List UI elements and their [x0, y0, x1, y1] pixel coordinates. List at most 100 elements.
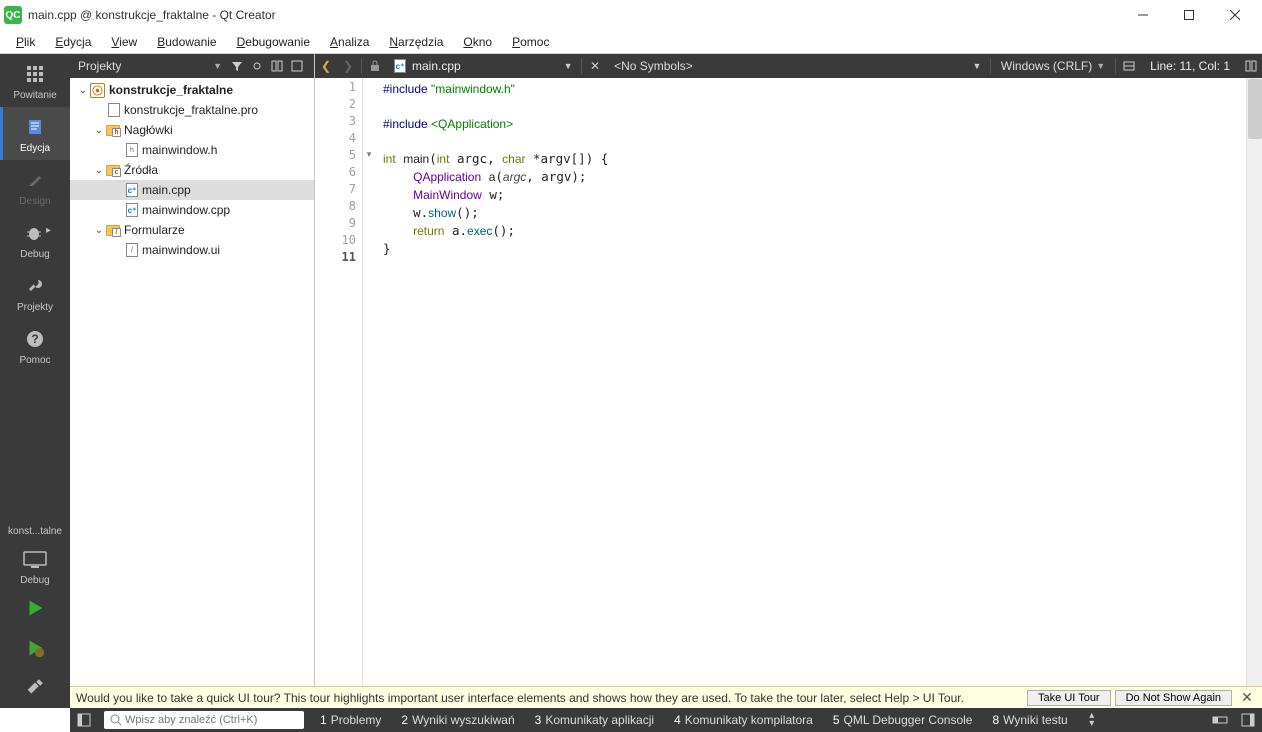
run-button[interactable]: [0, 588, 70, 628]
output-pane-1[interactable]: 1 Problemy: [310, 713, 391, 727]
symbols-combo[interactable]: <No Symbols>: [606, 59, 701, 73]
menu-pomoc[interactable]: Pomoc: [502, 33, 559, 51]
folder-icon: c: [106, 165, 120, 176]
tree-label: Źródła: [124, 163, 158, 177]
file-tab[interactable]: c⁺ main.cpp: [386, 59, 469, 73]
toggle-sidebar-icon[interactable]: [70, 708, 98, 732]
output-pane-3[interactable]: 3 Komunikaty aplikacji: [525, 713, 664, 727]
tree-label: mainwindow.ui: [142, 243, 220, 257]
locator-input[interactable]: [125, 714, 298, 726]
svg-text:?: ?: [31, 332, 38, 346]
mode-debug[interactable]: ▸ Debug: [0, 213, 70, 266]
tree-label: mainwindow.cpp: [142, 203, 230, 217]
tree-folder-forms[interactable]: ⌄ / Formularze: [70, 220, 314, 240]
output-pane-4[interactable]: 4 Komunikaty kompilatora: [664, 713, 823, 727]
tree-item-ui[interactable]: / mainwindow.ui: [70, 240, 314, 260]
menu-narzędzia[interactable]: Narzędzia: [379, 33, 453, 51]
line-icon[interactable]: [1118, 54, 1140, 78]
filter-icon[interactable]: [228, 57, 246, 75]
app-icon: QC: [4, 6, 22, 24]
project-icon: [90, 83, 105, 98]
menu-budowanie[interactable]: Budowanie: [147, 33, 226, 51]
menu-analiza[interactable]: Analiza: [320, 33, 379, 51]
take-ui-tour-button[interactable]: Take UI Tour: [1027, 690, 1111, 706]
locator-search[interactable]: [104, 711, 304, 729]
tree-root[interactable]: ⌄ konstrukcje_fraktalne: [70, 80, 314, 100]
fold-column: ▾: [363, 78, 375, 708]
expand-icon[interactable]: ⌄: [92, 225, 106, 236]
ui-file-icon: /: [126, 243, 138, 257]
tree-item-cpp[interactable]: c⁺ mainwindow.cpp: [70, 200, 314, 220]
lock-icon[interactable]: [364, 54, 386, 78]
wrench-icon: [23, 274, 47, 298]
menu-okno[interactable]: Okno: [453, 33, 502, 51]
tree-label: Nagłówki: [124, 123, 173, 137]
split-editor-icon[interactable]: [1240, 54, 1262, 78]
build-config-label: Debug: [20, 575, 49, 586]
pane-arrows-icon[interactable]: ▴▾: [1078, 708, 1106, 732]
menu-edycja[interactable]: Edycja: [45, 33, 101, 51]
close-icon: [1230, 10, 1240, 20]
expand-icon[interactable]: ⌄: [92, 125, 106, 136]
bug-icon: ▸: [23, 221, 47, 245]
mode-help[interactable]: ? Pomoc: [0, 319, 70, 372]
chevron-down-icon[interactable]: ▼: [213, 61, 222, 71]
close-button[interactable]: [1212, 0, 1258, 30]
mode-label: Design: [19, 196, 50, 207]
run-debug-button[interactable]: [0, 628, 70, 668]
progress-icon[interactable]: [1206, 708, 1234, 732]
link-icon[interactable]: [248, 57, 266, 75]
output-pane-5[interactable]: 5 QML Debugger Console: [823, 713, 983, 727]
do-not-show-again-button[interactable]: Do Not Show Again: [1115, 690, 1232, 706]
expand-icon[interactable]: ⌄: [92, 165, 106, 176]
cursor-position[interactable]: Line: 11, Col: 1: [1140, 59, 1240, 73]
mode-label: Powitanie: [13, 90, 56, 101]
tree-item-pro[interactable]: konstrukcje_fraktalne.pro: [70, 100, 314, 120]
infobar-message: Would you like to take a quick UI tour? …: [76, 691, 1023, 705]
mode-label: Debug: [20, 249, 49, 260]
folder-icon: /: [106, 225, 120, 236]
toggle-right-sidebar-icon[interactable]: [1234, 708, 1262, 732]
kit-selector[interactable]: konst...talne: [0, 520, 70, 543]
menu-debugowanie[interactable]: Debugowanie: [227, 33, 320, 51]
cpp-file-icon: c⁺: [126, 183, 138, 197]
code-editor[interactable]: #include "mainwindow.h" #include <QAppli…: [375, 78, 1262, 708]
tree-folder-sources[interactable]: ⌄ c Źródła: [70, 160, 314, 180]
mode-welcome[interactable]: Powitanie: [0, 54, 70, 107]
mode-edit[interactable]: Edycja: [0, 107, 70, 160]
grid-icon: [23, 62, 47, 86]
status-bar: 1 Problemy2 Wyniki wyszukiwań3 Komunikat…: [70, 708, 1262, 732]
output-pane-8[interactable]: 8 Wyniki testu: [982, 713, 1077, 727]
tree-label: konstrukcje_fraktalne.pro: [124, 103, 258, 117]
expand-icon[interactable]: ⌄: [76, 85, 90, 96]
line-number: 3: [315, 114, 362, 131]
tree-item-cpp[interactable]: c⁺ main.cpp: [70, 180, 314, 200]
split-icon[interactable]: [268, 57, 286, 75]
build-config[interactable]: Debug: [0, 543, 70, 588]
mode-design[interactable]: Design: [0, 160, 70, 213]
editor-toolbar: ❮ ❯ c⁺ main.cpp ▼ ✕ <No Symbols> ▼ Windo…: [315, 54, 1262, 78]
tree-folder-headers[interactable]: ⌄ h Nagłówki: [70, 120, 314, 140]
menu-view[interactable]: View: [101, 33, 147, 51]
chevron-down-icon[interactable]: ▼: [966, 54, 988, 78]
fold-marker[interactable]: ▾: [363, 146, 375, 163]
chevron-down-icon[interactable]: ▼: [557, 54, 579, 78]
nav-forward-button[interactable]: ❯: [337, 54, 359, 78]
minimize-button[interactable]: [1120, 0, 1166, 30]
infobar-close-button[interactable]: ✕: [1238, 689, 1256, 706]
vertical-scrollbar[interactable]: [1246, 78, 1262, 708]
maximize-button[interactable]: [1166, 0, 1212, 30]
build-button[interactable]: [0, 668, 70, 708]
tree-item-h[interactable]: h mainwindow.h: [70, 140, 314, 160]
line-number: 4: [315, 131, 362, 148]
line-number: 5: [315, 148, 362, 165]
close-editor-button[interactable]: ✕: [584, 54, 606, 78]
mode-projects[interactable]: Projekty: [0, 266, 70, 319]
scrollbar-thumb[interactable]: [1248, 79, 1262, 139]
menu-plik[interactable]: Plik: [6, 33, 45, 51]
output-pane-2[interactable]: 2 Wyniki wyszukiwań: [391, 713, 524, 727]
close-panel-icon[interactable]: [288, 57, 306, 75]
encoding-combo[interactable]: Windows (CRLF) ▼: [993, 59, 1113, 73]
nav-back-button[interactable]: ❮: [315, 54, 337, 78]
sidebar-title[interactable]: Projekty: [78, 59, 213, 73]
